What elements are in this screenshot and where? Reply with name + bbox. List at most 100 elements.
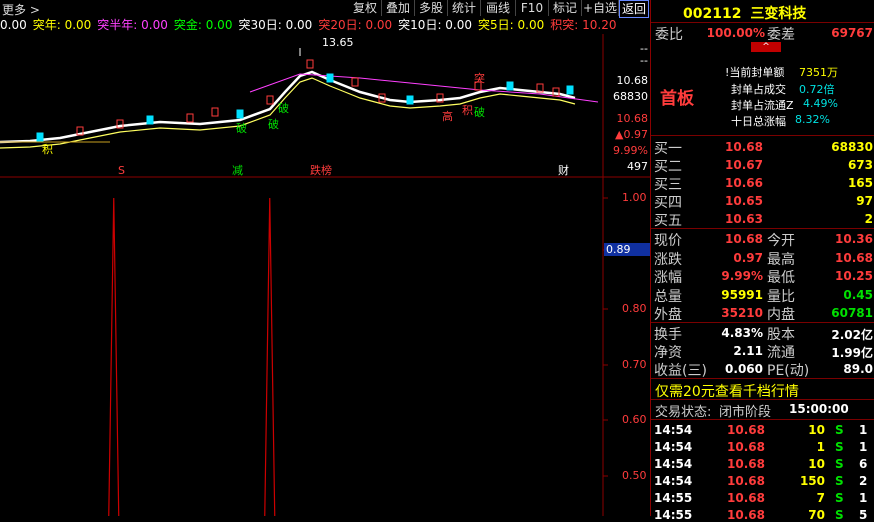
price-axis-label: 10.68 [616,74,649,87]
tick-volume: 150 [799,474,825,488]
candle [406,95,414,105]
tick-time: 14:54 [654,474,693,488]
bid-volume: 2 [864,212,873,226]
fund-label: 净资 [654,345,682,361]
level2-promo-link[interactable]: 仅需20元查看千档行情 [655,381,799,401]
fund-label: 收益(三) [654,363,707,379]
tick-count: 5 [859,508,868,522]
bid-price: 10.63 [725,212,763,226]
indicator-item: 突年: 0.00 [32,18,92,32]
price-axis-label: 10.68 [616,112,649,125]
back-button[interactable]: 返回 [619,0,649,18]
indicator-item: 突半年: 0.00 [97,18,168,32]
price-axis: -- -- 10.68 68830 10.68 ▲0.97 9.99% 497 [604,34,650,178]
bid-price: 10.66 [725,176,763,190]
draw-button[interactable]: 画线 [481,0,516,16]
current-indicator-value: 0.89 [604,243,650,256]
indicator-item: 0.00 [0,18,27,32]
tick-volume: 70 [808,508,825,522]
f10-button[interactable]: F10 [516,0,549,16]
bid-price: 10.68 [725,140,763,154]
bid-price: 10.65 [725,194,763,208]
indicator-axis-label: 1.00 [622,191,647,204]
tick-time: 14:54 [654,423,693,437]
signal-tag: 破 [474,105,485,119]
quote-value: 60781 [831,306,873,320]
tick-side: S [835,491,844,505]
price-axis-label: 9.99% [613,144,648,157]
more-menu[interactable]: 更多 > [2,1,40,18]
tick-time: 14:55 [654,491,693,505]
candle [351,77,359,87]
quote-value: 10.68 [835,250,873,265]
multi-stock-button[interactable]: 多股 [415,0,448,16]
candle [146,115,154,125]
add-watchlist-button[interactable]: +自选 [582,0,619,16]
price-chart[interactable]: 13.65突高 积破破 破破积S 减跌榜财 [0,34,650,178]
indicator-axis-label: 0.70 [622,358,647,371]
bid-volume: 673 [847,158,873,172]
tick-volume: 1 [816,440,825,454]
tick-side: S [835,440,844,454]
candle [306,59,314,69]
tick-count: 2 [859,474,868,488]
trade-status-value: 闭市阶段 [719,405,772,420]
weibi-value: 100.00% [706,26,765,40]
tick-count: 1 [859,491,868,505]
seal-deal-value: 0.72倍 [799,83,835,96]
seal-float-label: 封单占流通Z [731,99,794,112]
indicator-axis-label: 0.60 [622,413,647,426]
tick-side: S [835,423,844,437]
quote-label: 外盘 [654,307,682,323]
fund-label: 换手 [654,327,682,343]
signal-tag: 破 [278,101,289,115]
fund-label: 股本 [767,327,795,343]
overlay-button[interactable]: 叠加 [382,0,415,16]
signal-tag: 破 [268,117,279,131]
event-marker: S [118,164,125,177]
trade-status-label: 交易状态: [655,405,712,420]
candle [211,107,219,117]
tick-time: 14:54 [654,457,693,471]
fund-value: 2.11 [733,344,763,358]
price-axis-label: 497 [627,160,648,173]
fund-label: 流通 [767,345,795,361]
fuquan-button[interactable]: 复权 [349,0,382,16]
bid-level-label: 买三 [654,177,682,193]
seal-float-value: 4.49% [803,97,838,110]
fund-label: PE(动) [767,363,810,379]
candle [36,132,44,142]
quote-label: 涨幅 [654,270,682,286]
stats-button[interactable]: 统计 [448,0,481,16]
indicator-chart[interactable] [0,178,650,516]
event-marker: 跌榜 [310,163,332,177]
board-label: 首板 [660,89,694,109]
indicator-axis-label: 0.80 [622,302,647,315]
bid-level-label: 买四 [654,195,682,211]
quote-value: 10.36 [835,232,873,246]
signal-tag: 高 [442,109,453,123]
fund-value: 4.83% [721,326,763,340]
signal-tag: 破 [236,121,247,135]
signal-tag: 积 [462,104,473,117]
collapse-icon[interactable]: ^ [751,42,781,52]
quote-value: 9.99% [721,269,763,283]
price-axis-label: 68830 [613,90,648,103]
tick-price: 10.68 [727,508,765,522]
tick-count: 6 [859,457,868,471]
quote-label: 内盘 [767,307,795,323]
event-marker: 财 [558,163,569,177]
quote-value: 0.45 [843,287,873,302]
seal-amount-label: !当前封单额 [725,66,785,79]
indicator-item: 突20日: 0.00 [318,18,393,32]
bid-level-label: 买一 [654,141,682,157]
mark-button[interactable]: 标记 [549,0,582,16]
ma-line-magenta [249,73,599,103]
indicator-item: 突5日: 0.00 [478,18,545,32]
weicha-label: 委差 [767,27,795,43]
indicator-bar: 0.00 突年: 0.00 突半年: 0.00 突金: 0.00 突30日: 0.00 突… [0,17,650,34]
ten-day-label: 十日总涨幅 [731,115,786,128]
tick-count: 1 [859,423,868,437]
fund-value: 2.02亿 [831,328,873,342]
bid-volume: 97 [856,194,873,208]
